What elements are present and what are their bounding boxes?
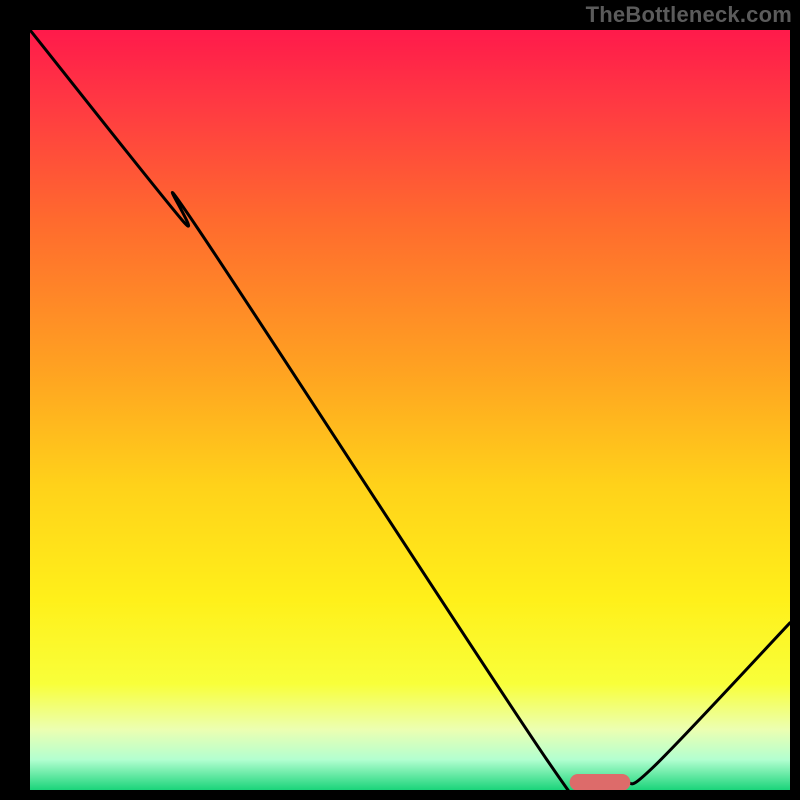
watermark-label: TheBottleneck.com	[586, 2, 792, 28]
chart-stage: TheBottleneck.com	[0, 0, 800, 800]
plot-area	[30, 30, 790, 790]
gradient-background	[30, 30, 790, 790]
optimal-marker	[570, 774, 631, 790]
plot-svg	[30, 30, 790, 790]
